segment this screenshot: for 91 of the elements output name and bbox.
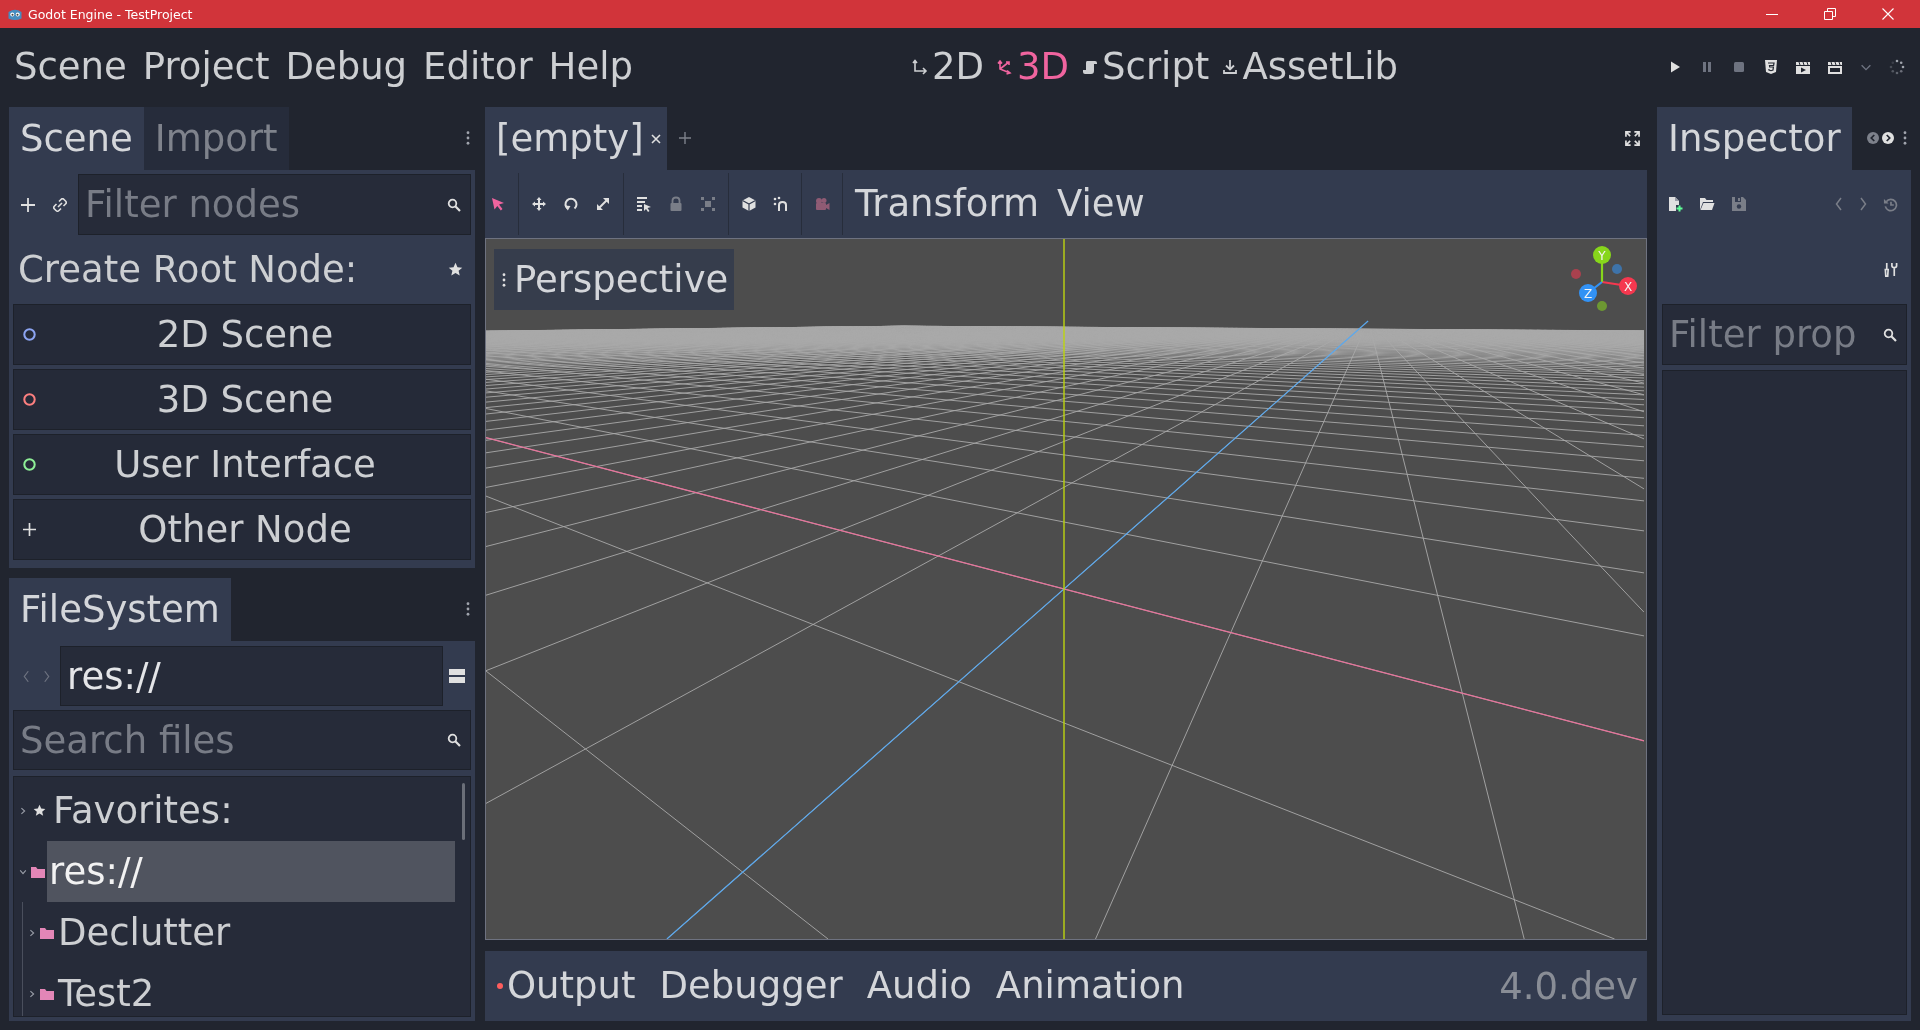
move-arrows-icon[interactable] <box>531 196 547 212</box>
dock-tab[interactable]: Import <box>143 107 289 170</box>
download-icon <box>1222 58 1239 75</box>
chevron-right-icon[interactable] <box>28 928 36 937</box>
tree-item[interactable]: Favorites: <box>51 780 455 841</box>
star-icon[interactable] <box>448 262 463 277</box>
dock-tab[interactable]: FileSystem <box>9 578 231 641</box>
circle-chevron-right-icon[interactable] <box>1882 132 1894 144</box>
workspace-tab[interactable]: 3D <box>997 44 1070 89</box>
fullscreen-icon[interactable] <box>1625 130 1640 146</box>
root-node-button[interactable]: Other Node <box>13 499 471 560</box>
pointer-arrow-icon[interactable] <box>490 196 506 212</box>
list-pointer-icon[interactable] <box>636 196 652 212</box>
history-clock-icon[interactable] <box>1883 196 1898 212</box>
window-title: Godot Engine - TestProject <box>28 6 193 22</box>
view-menu-button[interactable]: Perspective <box>494 249 735 310</box>
scrollbar-thumb[interactable] <box>462 783 465 840</box>
filter-properties-field[interactable]: Filter prop <box>1662 304 1907 365</box>
search-icon <box>1883 327 1897 342</box>
close-icon[interactable] <box>650 133 661 144</box>
axis-label: X <box>1623 279 1633 294</box>
circle-chevron-left-icon[interactable] <box>1867 132 1879 144</box>
root-node-button[interactable]: User Interface <box>13 434 471 495</box>
create-root-label: Create Root Node: <box>18 248 358 291</box>
bottom-panel-tab[interactable]: Output <box>495 964 638 1008</box>
toolbar-menu[interactable]: View <box>1057 182 1145 226</box>
tree-item[interactable]: res:// <box>47 841 455 902</box>
root-node-button[interactable]: 2D Scene <box>13 304 471 365</box>
axis-handle-icon[interactable] <box>1612 264 1622 274</box>
snap-magnet-icon[interactable] <box>773 196 789 212</box>
corner-arrow-icon <box>912 58 928 75</box>
axis-handle-icon[interactable] <box>1597 301 1607 311</box>
cube-icon[interactable] <box>741 196 757 212</box>
filter-nodes-field[interactable]: Filter nodes <box>78 174 471 235</box>
kebab-menu-icon <box>502 272 506 287</box>
chevron-right-icon[interactable] <box>19 806 27 815</box>
plus-icon <box>23 523 36 536</box>
menu-item[interactable]: Debug <box>285 44 408 89</box>
version-label: 4.0.dev <box>1499 964 1638 1008</box>
folder-icon <box>40 926 54 939</box>
workspace-tab[interactable]: Script <box>1082 44 1210 89</box>
menu-item[interactable]: Help <box>548 44 633 89</box>
axis-handle-icon[interactable] <box>1579 284 1597 302</box>
axis-handle-icon[interactable] <box>1593 246 1611 264</box>
chevron-down-icon[interactable] <box>19 867 27 876</box>
viewport[interactable]: Perspective X Y Z <box>485 238 1647 940</box>
tools-icon[interactable] <box>1883 261 1898 277</box>
axis-handle-icon[interactable] <box>1619 277 1637 295</box>
dock-tab[interactable]: Inspector <box>1657 107 1852 170</box>
search-files-field[interactable]: Search files <box>13 710 471 770</box>
rotate-arrow-icon[interactable] <box>563 196 579 212</box>
spinner-icon <box>1889 58 1905 75</box>
chevron-left-icon[interactable] <box>1835 197 1843 211</box>
folder-icon <box>31 865 45 878</box>
kebab-menu-icon[interactable] <box>466 602 470 616</box>
search-icon <box>447 197 461 212</box>
menu-item[interactable]: Editor <box>423 44 533 89</box>
bottom-panel-tab[interactable]: Debugger <box>657 964 845 1008</box>
bottom-panel-tab[interactable]: Audio <box>864 964 974 1008</box>
chain-link-icon[interactable] <box>53 197 67 212</box>
toolbar-menu[interactable]: Transform <box>855 182 1040 226</box>
kebab-menu-icon[interactable] <box>1903 131 1907 145</box>
axis-label: Z <box>1583 286 1593 301</box>
root-node-button[interactable]: 3D Scene <box>13 369 471 430</box>
star-icon <box>33 804 46 817</box>
restore-icon[interactable] <box>1824 8 1836 20</box>
chevron-right-icon[interactable] <box>28 989 36 998</box>
axis-handle-icon[interactable] <box>1571 269 1581 279</box>
workspace-tab[interactable]: 2D <box>912 44 985 89</box>
dock-tab[interactable]: Scene <box>9 107 144 170</box>
axis-label: Y <box>1598 248 1606 263</box>
folder-icon[interactable] <box>1699 196 1715 212</box>
workspace-tab[interactable]: AssetLib <box>1222 44 1398 89</box>
html5-shield-icon[interactable] <box>1763 58 1779 75</box>
folder-icon <box>40 987 54 1000</box>
scroll-icon <box>1082 58 1099 75</box>
path-field[interactable]: res:// <box>60 646 443 706</box>
split-view-icon[interactable] <box>449 668 465 684</box>
tree-item[interactable]: Declutter <box>56 902 455 963</box>
chevron-right-icon[interactable] <box>1859 197 1867 211</box>
bottom-panel-tab[interactable]: Animation <box>993 964 1187 1008</box>
menu-item[interactable]: Scene <box>14 44 127 89</box>
tree-item[interactable]: Test2 <box>56 963 455 1016</box>
menu-item[interactable]: Project <box>142 44 270 89</box>
plus-icon[interactable] <box>678 132 691 144</box>
kebab-menu-icon[interactable] <box>466 131 470 145</box>
open-document-tab[interactable]: [empty] <box>485 107 667 170</box>
new-document-icon[interactable] <box>1667 196 1683 212</box>
axes-arrows-icon <box>997 58 1014 75</box>
diagonal-arrows-icon[interactable] <box>595 196 611 212</box>
search-icon <box>447 733 461 747</box>
